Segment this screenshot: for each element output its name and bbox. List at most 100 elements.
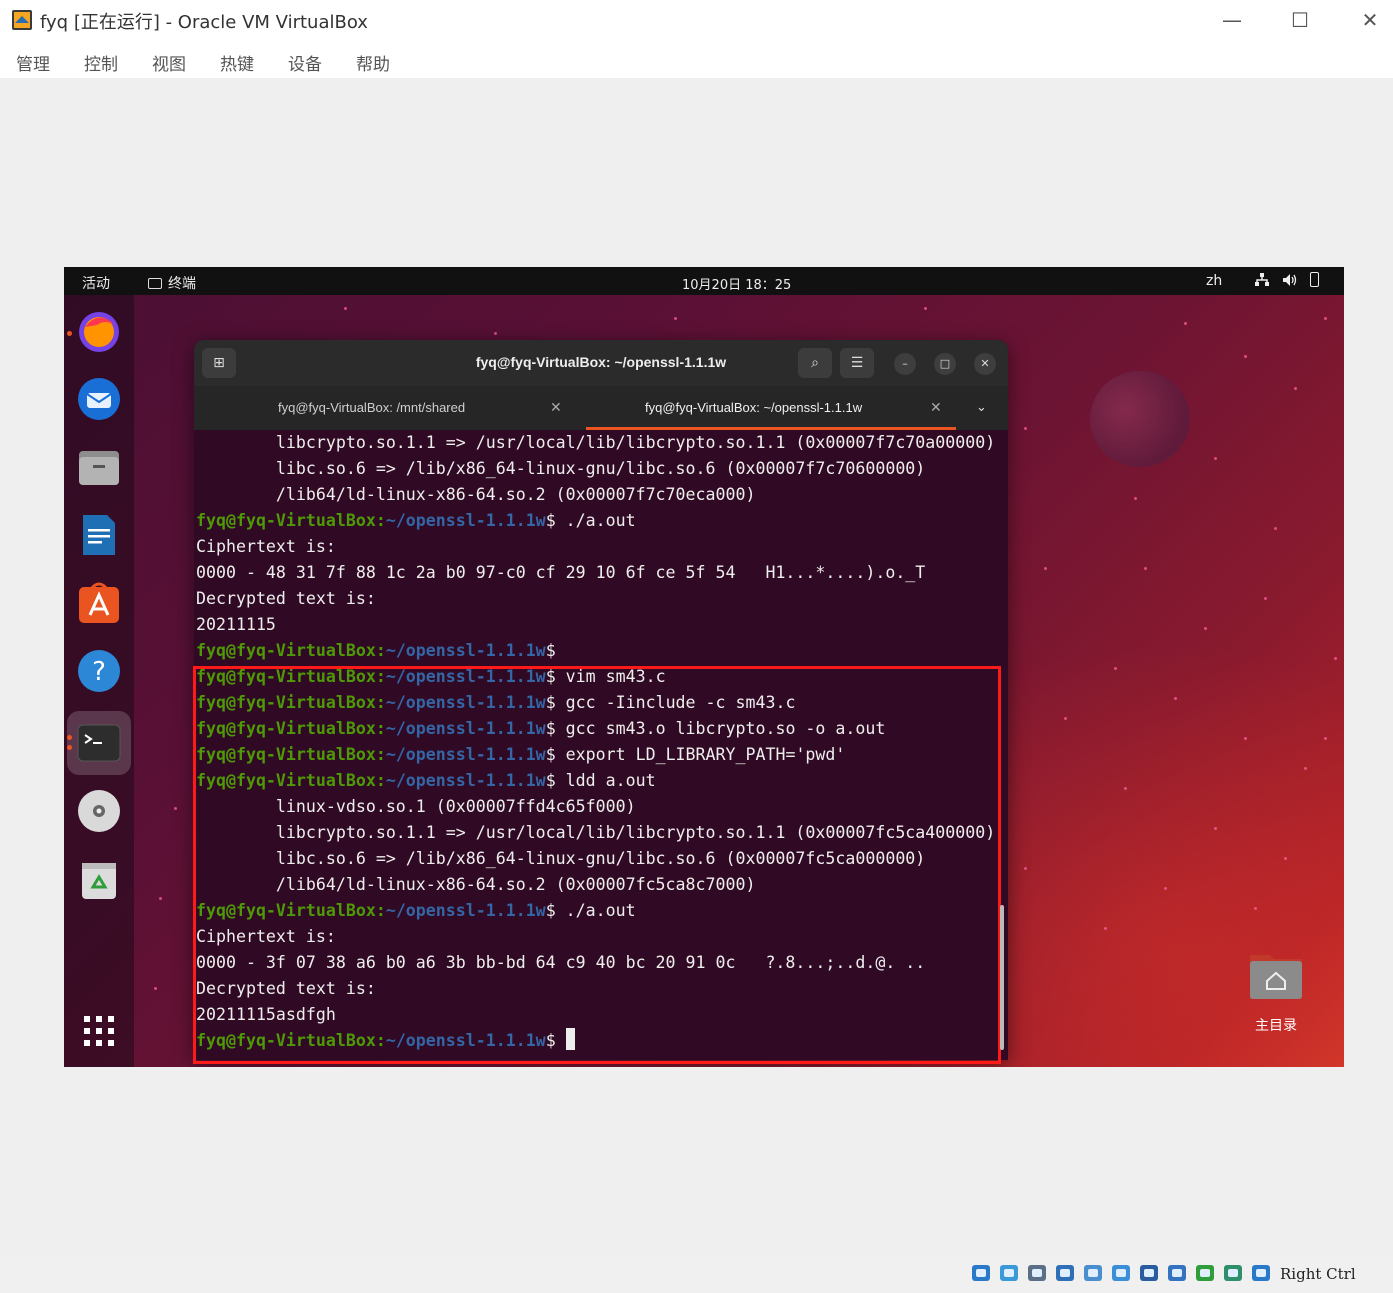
star (1254, 907, 1257, 910)
prompt-path: ~/openssl-1.1.1w (385, 745, 546, 764)
prompt-user: fyq@fyq-VirtualBox: (196, 901, 386, 920)
star (1334, 657, 1337, 660)
star (1104, 927, 1107, 930)
recording-icon[interactable] (1166, 1262, 1188, 1284)
maximize-button[interactable]: ☐ (1280, 6, 1320, 36)
terminal-line: fyq@fyq-VirtualBox:~/openssl-1.1.1w$ gcc… (196, 690, 1008, 716)
tab-close-icon[interactable]: ✕ (550, 386, 562, 430)
star (1144, 567, 1147, 570)
prompt-user: fyq@fyq-VirtualBox: (196, 719, 386, 738)
star (1204, 627, 1207, 630)
shared-folder-icon[interactable] (1110, 1262, 1132, 1284)
home-folder-icon[interactable] (1248, 951, 1304, 1001)
star (1264, 597, 1267, 600)
host-key-label: Right Ctrl (1280, 1265, 1356, 1283)
terminal-line: Ciphertext is: (196, 927, 336, 946)
minimize-button[interactable]: — (1212, 6, 1252, 36)
prompt-user: fyq@fyq-VirtualBox: (196, 771, 386, 790)
star (1284, 857, 1287, 860)
star (1044, 567, 1047, 570)
writer-icon[interactable] (75, 511, 123, 559)
terminal-window[interactable]: ⊞ fyq@fyq-VirtualBox: ~/openssl-1.1.1w ⌕… (194, 340, 1008, 1060)
terminal-maximize-icon[interactable]: □ (934, 353, 956, 375)
menu-help[interactable]: 帮助 (356, 50, 390, 75)
terminal-minimize-icon[interactable]: – (894, 353, 916, 375)
terminal-scrollbar[interactable] (1000, 905, 1004, 1050)
gnome-top-bar: 活动 终端 10月20日 18：25 zh (64, 267, 1344, 295)
dvd-icon[interactable] (75, 787, 123, 835)
prompt-path: ~/openssl-1.1.1w (385, 771, 546, 790)
thunderbird-icon[interactable] (75, 375, 123, 423)
app-menu-label: 终端 (168, 276, 196, 292)
terminal-line: fyq@fyq-VirtualBox:~/openssl-1.1.1w$ ./a… (196, 898, 1008, 924)
terminal-tab-bar: fyq@fyq-VirtualBox: /mnt/shared ✕ fyq@fy… (194, 386, 1008, 430)
trash-icon[interactable] (75, 855, 123, 903)
terminal-icon[interactable] (75, 719, 123, 767)
star (1114, 667, 1117, 670)
menu-view[interactable]: 视图 (152, 50, 186, 75)
menu-hotkey[interactable]: 热键 (220, 50, 254, 75)
status-bar: Right Ctrl (0, 1258, 1393, 1293)
input-method[interactable]: zh (1206, 273, 1222, 289)
command-text: $ gcc sm43.o libcrypto.so -o a.out (545, 719, 886, 738)
optical-icon[interactable] (998, 1262, 1020, 1284)
network-icon[interactable] (1054, 1262, 1076, 1284)
terminal-line: /lib64/ld-linux-x86-64.so.2 (0x00007f7c7… (196, 485, 756, 504)
menu-devices[interactable]: 设备 (288, 50, 322, 75)
terminal-header-bar: ⊞ fyq@fyq-VirtualBox: ~/openssl-1.1.1w ⌕… (194, 340, 1008, 386)
terminal-line: /lib64/ld-linux-x86-64.so.2 (0x00007fc5c… (196, 875, 756, 894)
terminal-line: fyq@fyq-VirtualBox:~/openssl-1.1.1w$ (196, 638, 1008, 664)
star (1274, 527, 1277, 530)
star (1324, 737, 1327, 740)
files-icon[interactable] (75, 443, 123, 491)
terminal-line: fyq@fyq-VirtualBox:~/openssl-1.1.1w$ (196, 1028, 1008, 1054)
prompt-path: ~/openssl-1.1.1w (385, 719, 546, 738)
firefox-icon[interactable] (75, 307, 123, 355)
battery-icon[interactable] (1310, 272, 1319, 287)
terminal-output[interactable]: libcrypto.so.1.1 => /usr/local/lib/libcr… (196, 430, 1008, 1060)
window-title: fyq [正在运行] - Oracle VM VirtualBox (40, 12, 368, 33)
cpu-icon[interactable] (1194, 1262, 1216, 1284)
show-apps-icon[interactable] (75, 1007, 123, 1055)
hamburger-menu-icon[interactable]: ☰ (840, 348, 874, 378)
tab-mnt-shared[interactable]: fyq@fyq-VirtualBox: /mnt/shared (278, 386, 465, 430)
tab-list-chevron-down-icon[interactable]: ⌄ (976, 386, 987, 430)
menu-control[interactable]: 控制 (84, 50, 118, 75)
terminal-app-icon (148, 278, 162, 289)
command-text: $ vim sm43.c (545, 667, 666, 686)
audio-icon[interactable] (1026, 1262, 1048, 1284)
volume-icon[interactable] (1282, 272, 1298, 288)
activities-button[interactable]: 活动 (82, 273, 110, 293)
svg-text:?: ? (92, 657, 106, 687)
mouse-integration-icon[interactable] (1222, 1262, 1244, 1284)
app-menu[interactable]: 终端 (148, 273, 196, 293)
prompt-path: ~/openssl-1.1.1w (385, 1031, 546, 1050)
software-icon[interactable] (75, 579, 123, 627)
terminal-line: 0000 - 48 31 7f 88 1c 2a b0 97-c0 cf 29 … (196, 563, 926, 582)
search-icon[interactable]: ⌕ (798, 348, 832, 378)
vm-display[interactable]: 活动 终端 10月20日 18：25 zh ? 主目录 ⊞ fyq@fyq-Vi… (64, 267, 1344, 1067)
dock-running-indicator (67, 735, 72, 740)
terminal-line: fyq@fyq-VirtualBox:~/openssl-1.1.1w$ vim… (196, 664, 1008, 690)
command-text: $ gcc -Iinclude -c sm43.c (545, 693, 796, 712)
clock[interactable]: 10月20日 18：25 (682, 274, 791, 293)
tab-close-icon[interactable]: ✕ (930, 386, 942, 430)
star (1134, 497, 1137, 500)
terminal-close-icon[interactable]: ✕ (974, 353, 996, 375)
terminal-line: libcrypto.so.1.1 => /usr/local/lib/libcr… (196, 433, 996, 452)
keyboard-icon[interactable] (1250, 1262, 1272, 1284)
terminal-line: 0000 - 3f 07 38 a6 b0 a6 3b bb-bd 64 c9 … (196, 953, 926, 972)
usb-icon[interactable] (1082, 1262, 1104, 1284)
star (1294, 387, 1297, 390)
hdd-icon[interactable] (970, 1262, 992, 1284)
display-icon[interactable] (1138, 1262, 1160, 1284)
terminal-line: libc.so.6 => /lib/x86_64-linux-gnu/libc.… (196, 849, 926, 868)
close-button[interactable]: ✕ (1350, 6, 1390, 36)
star (174, 807, 177, 810)
prompt-user: fyq@fyq-VirtualBox: (196, 641, 386, 660)
prompt-path: ~/openssl-1.1.1w (385, 511, 546, 530)
tab-openssl[interactable]: fyq@fyq-VirtualBox: ~/openssl-1.1.1w (645, 386, 862, 430)
network-icon[interactable] (1254, 272, 1270, 288)
menu-manage[interactable]: 管理 (16, 50, 50, 75)
help-icon[interactable]: ? (75, 647, 123, 695)
